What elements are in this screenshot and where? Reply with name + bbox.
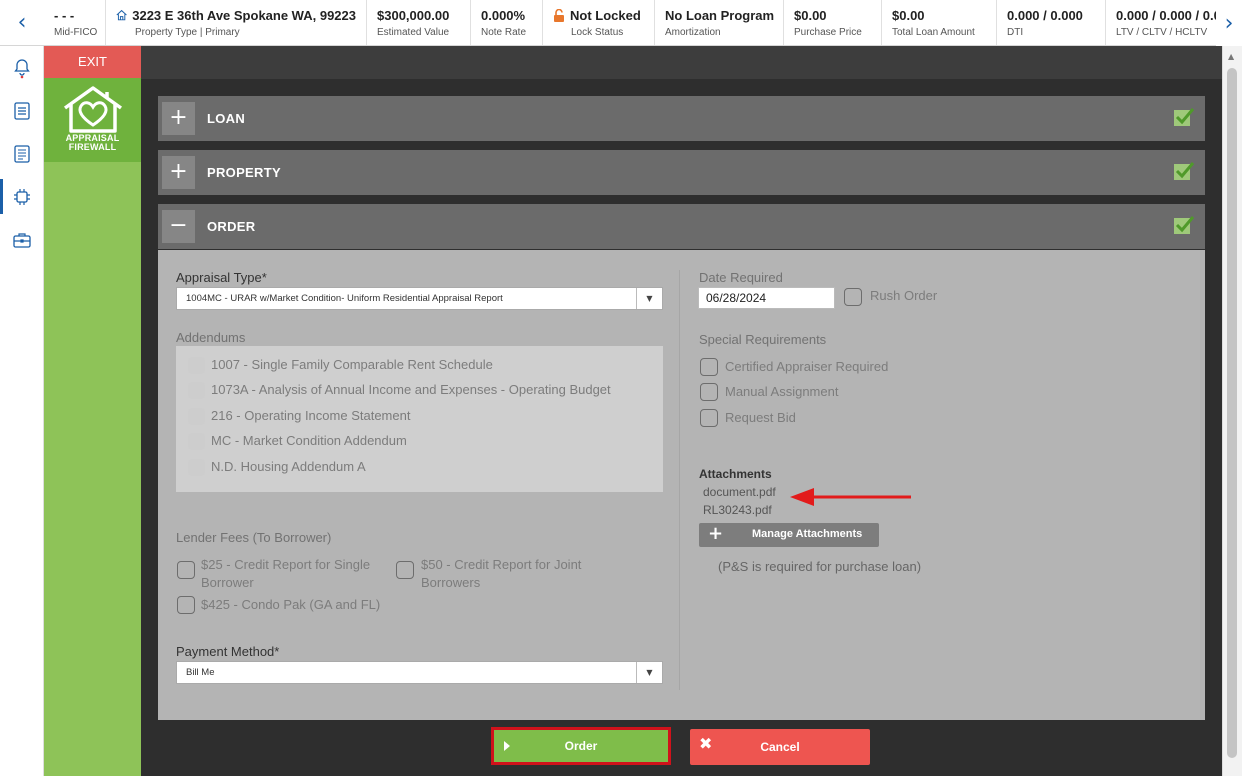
briefcase-icon[interactable] [0,218,44,261]
rush-order-checkbox[interactable] [844,288,862,306]
fee-credit-joint-checkbox[interactable] [396,561,414,579]
chevron-down-icon[interactable]: ▼ [636,662,662,683]
stat-property-address[interactable]: 3223 E 36th Ave Spokane WA, 99223 Proper… [106,0,367,45]
stat-dti: 0.000 / 0.000 DTI [997,0,1106,45]
stat-amortization: No Loan Program Amortization [655,0,784,45]
left-icon-nav [0,46,44,776]
exit-button[interactable]: EXIT [44,46,141,78]
page-scrollbar[interactable]: ▲ [1222,46,1242,776]
request-bid-checkbox[interactable] [700,409,718,427]
back-arrow-icon[interactable]: ‹ [0,0,44,45]
stat-total-loan-amount: $0.00 Total Loan Amount [882,0,997,45]
fee-credit-single-checkbox[interactable] [177,561,195,579]
date-required-input[interactable]: 06/28/2024 [698,287,835,309]
appraisal-type-label: Appraisal Type* [176,270,267,285]
checkmark-icon [1174,216,1195,234]
document-list-icon[interactable] [0,89,44,132]
forward-arrow-icon[interactable]: › [1216,0,1242,46]
addendum-checkbox [188,408,205,425]
plus-icon: + [708,523,724,544]
addendum-checkbox [188,382,205,399]
attachments-label: Attachments [699,467,772,481]
date-required-label: Date Required [699,270,783,285]
payment-method-select[interactable]: Bill Me ▼ [176,661,663,684]
chevron-down-icon[interactable]: ▼ [636,288,662,309]
expand-icon[interactable]: + [162,102,195,135]
appraisal-firewall-logo: APPRAISAL FIREWALL [44,78,141,162]
checkmark-icon [1174,108,1195,126]
stat-mid-fico: - - - Mid-FICO [44,0,106,45]
cancel-button[interactable]: ✖ Cancel [690,729,870,765]
payment-method-label: Payment Method* [176,644,280,659]
addendum-checkbox [188,459,205,476]
unlocked-padlock-icon [554,8,564,22]
vendor-sidebar: EXIT APPRAISAL FIREWALL [44,46,141,776]
stat-estimated-value: $300,000.00 Estimated Value [367,0,471,45]
attachment-link[interactable]: document.pdf [703,485,776,499]
home-icon [116,9,127,21]
notes-icon[interactable] [0,132,44,175]
integrations-chip-icon[interactable] [0,175,44,218]
stat-note-rate: 0.000% Note Rate [471,0,543,45]
section-property[interactable]: + PROPERTY [158,150,1205,195]
stat-ltv: 0.000 / 0.000 / 0.000 LTV / CLTV / HCLTV [1116,7,1216,39]
notification-bell-icon[interactable] [0,46,44,89]
section-loan[interactable]: + LOAN [158,96,1205,141]
attachment-link[interactable]: RL30243.pdf [703,503,772,517]
certified-appraiser-checkbox[interactable] [700,358,718,376]
addendums-label: Addendums [176,330,246,345]
red-arrow-annotation-icon [790,488,911,506]
ps-required-note: (P&S is required for purchase loan) [718,559,922,574]
manual-assignment-checkbox[interactable] [700,383,718,401]
checkmark-icon [1174,162,1195,180]
manage-attachments-button[interactable]: + Manage Attachments [699,523,879,547]
addendum-checkbox [188,433,205,450]
loan-summary-bar: ‹ - - - Mid-FICO 3223 E 36th Ave Spokane… [0,0,1242,46]
collapse-icon[interactable]: − [162,210,195,243]
house-heart-icon [63,86,122,133]
order-form: Appraisal Type* 1004MC - URAR w/Market C… [158,250,1205,720]
special-requirements-label: Special Requirements [699,332,827,347]
addendums-list: 1007 - Single Family Comparable Rent Sch… [176,346,663,492]
addendum-checkbox [188,357,205,374]
lender-fees-label: Lender Fees (To Borrower) [176,530,332,545]
section-order[interactable]: − ORDER [158,204,1205,249]
fee-condo-pak-checkbox[interactable] [177,596,195,614]
expand-icon[interactable]: + [162,156,195,189]
stat-purchase-price: $0.00 Purchase Price [784,0,882,45]
scroll-up-icon[interactable]: ▲ [1228,52,1234,61]
stat-lock-status: Not Locked Lock Status [543,0,655,45]
appraisal-type-select[interactable]: 1004MC - URAR w/Market Condition- Unifor… [176,287,663,310]
order-button[interactable]: Order [491,727,671,765]
